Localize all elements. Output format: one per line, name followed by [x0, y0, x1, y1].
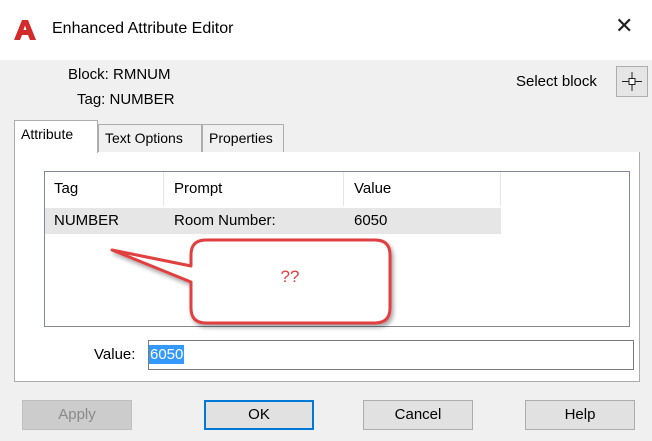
tab-properties[interactable]: Properties: [202, 124, 284, 152]
attribute-list[interactable]: [44, 171, 630, 327]
select-block-label: Select block: [516, 73, 597, 90]
cancel-button[interactable]: Cancel: [363, 400, 473, 430]
tag-name-label: Tag: NUMBER: [77, 91, 175, 108]
apply-button[interactable]: Apply: [22, 400, 132, 430]
ok-button[interactable]: OK: [204, 400, 314, 430]
close-icon[interactable]: ✕: [615, 13, 633, 39]
column-separator: [500, 172, 501, 206]
column-separator: [343, 172, 344, 206]
autocad-logo-icon: [14, 20, 36, 40]
column-separator: [163, 172, 164, 206]
value-field-label: Value:: [94, 346, 136, 363]
crosshair-icon: [622, 72, 642, 91]
tab-attribute[interactable]: Attribute: [14, 120, 98, 153]
column-header-tag[interactable]: Tag: [54, 172, 78, 206]
window-title: Enhanced Attribute Editor: [52, 20, 234, 37]
block-name-label: Block: RMNUM: [68, 66, 171, 83]
value-input-selected-text[interactable]: 6050: [149, 345, 185, 364]
row-value-cell: 6050: [354, 212, 388, 229]
row-tag-cell: NUMBER: [54, 212, 120, 229]
column-header-value[interactable]: Value: [354, 172, 391, 206]
row-prompt-cell: Room Number:: [174, 212, 276, 229]
callout-text: ??: [280, 267, 300, 286]
tab-text-options[interactable]: Text Options: [98, 124, 202, 152]
help-button[interactable]: Help: [525, 400, 635, 430]
value-input[interactable]: [148, 340, 634, 370]
select-block-button[interactable]: [616, 66, 648, 97]
column-header-prompt[interactable]: Prompt: [174, 172, 222, 206]
